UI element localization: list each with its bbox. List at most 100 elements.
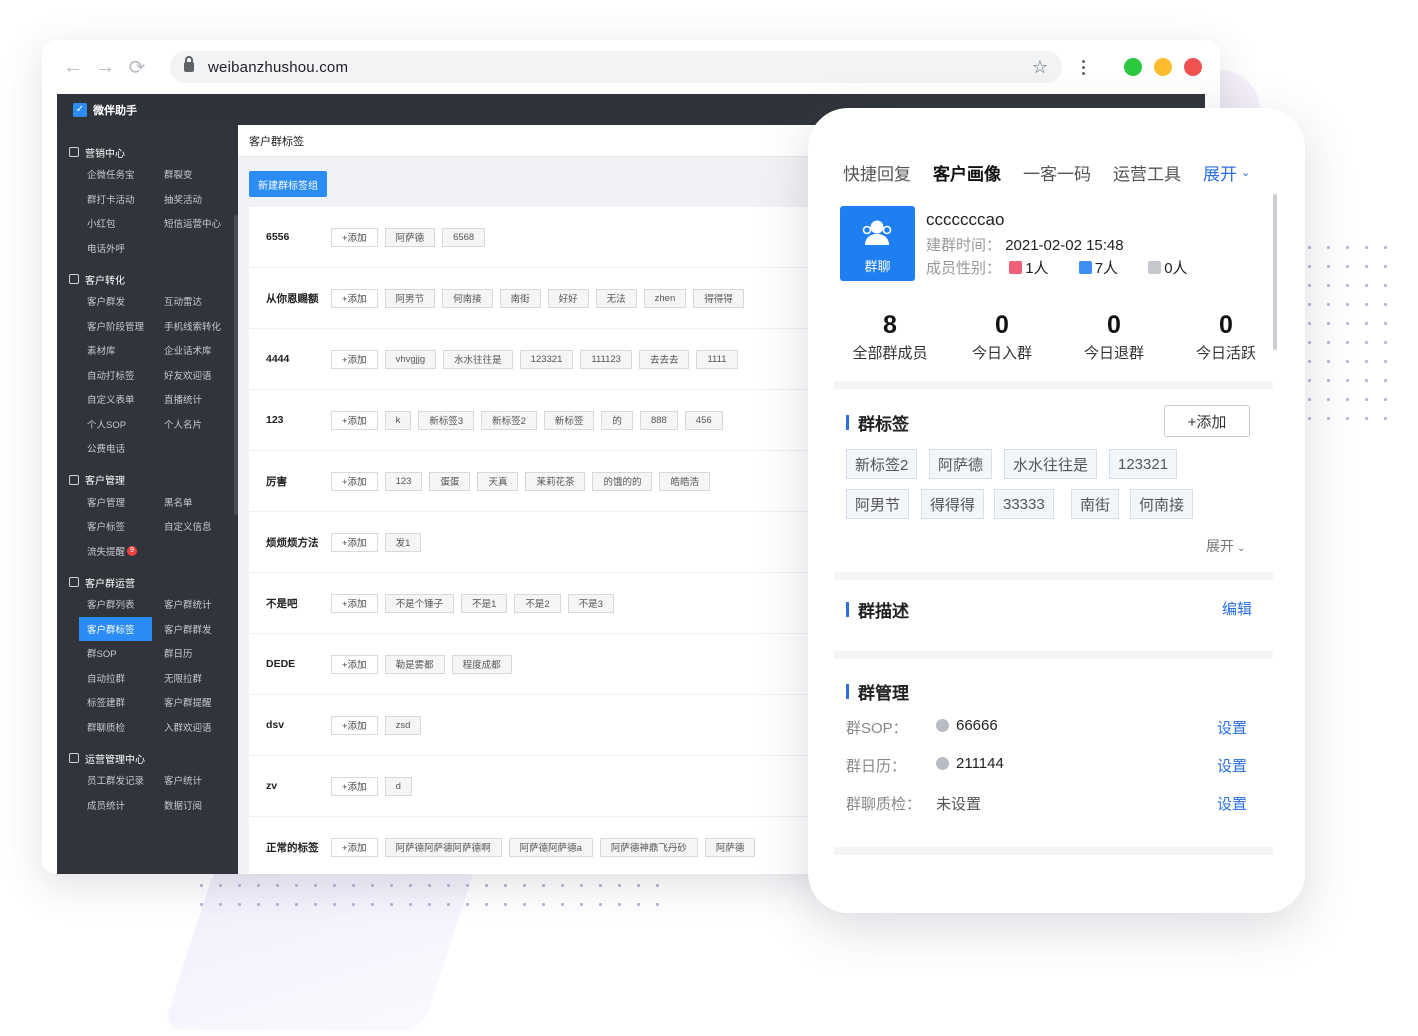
add-tag-button[interactable]: +添加 <box>331 715 378 735</box>
tag-chip[interactable]: 南街 <box>499 288 541 308</box>
sidebar-item[interactable]: 标签建群 <box>79 690 152 715</box>
tag-chip[interactable]: 新标签2 <box>481 410 537 430</box>
group-tag-chip[interactable]: 阿男节 <box>846 489 910 519</box>
sidebar-item[interactable]: 好友欢迎语 <box>156 363 229 388</box>
sidebar-item[interactable]: 客户标签 <box>79 514 152 539</box>
tag-chip[interactable]: zhen <box>643 288 687 308</box>
tag-chip[interactable]: 茉莉花茶 <box>525 471 586 491</box>
tag-chip[interactable]: 的饿的的 <box>592 471 653 491</box>
new-tag-group-button[interactable]: 新建群标签组 <box>249 171 327 197</box>
tag-chip[interactable]: zsd <box>384 715 422 735</box>
yellow-light-icon[interactable] <box>1154 58 1172 76</box>
sidebar-section-header[interactable]: 客户群运营 <box>57 572 238 592</box>
add-tag-button[interactable]: +添加 <box>331 349 378 369</box>
group-tag-chip[interactable]: 33333 <box>994 489 1054 519</box>
bookmark-star-icon[interactable]: ☆ <box>1032 57 1048 78</box>
sidebar-section-header[interactable]: 营销中心 <box>57 142 238 162</box>
sidebar-item[interactable]: 数据订阅 <box>156 793 229 818</box>
tag-chip[interactable]: 不是1 <box>461 593 508 613</box>
sidebar-item[interactable]: 自定义信息 <box>156 514 229 539</box>
sidebar-item[interactable]: 客户统计 <box>156 768 229 793</box>
group-tag-chip[interactable]: 何南接 <box>1130 489 1194 519</box>
tag-chip[interactable]: k <box>384 410 412 430</box>
sidebar-item[interactable]: 小红包 <box>79 211 152 236</box>
tag-chip[interactable]: 阿萨德 <box>704 837 756 857</box>
tag-chip[interactable]: 好好 <box>547 288 589 308</box>
sidebar-item[interactable]: 企业话术库 <box>156 338 229 363</box>
back-arrow-icon[interactable]: ← <box>60 56 86 79</box>
tag-chip[interactable]: 新标签3 <box>418 410 475 430</box>
add-tag-button[interactable]: +添加 <box>331 776 378 796</box>
tag-chip[interactable]: 阿萨德 <box>384 227 436 247</box>
sidebar-item[interactable]: 客户群群发 <box>156 617 229 642</box>
red-light-icon[interactable] <box>1184 58 1202 76</box>
sidebar-item[interactable]: 自动拉群 <box>79 666 152 691</box>
sidebar-section-header[interactable]: 运营管理中心 <box>57 748 238 768</box>
group-tag-chip[interactable]: 南街 <box>1071 489 1120 519</box>
sidebar-section-header[interactable]: 客户管理 <box>57 470 238 490</box>
sidebar-item[interactable]: 自动打标签 <box>79 363 152 388</box>
tag-chip[interactable]: 蛋蛋 <box>429 471 471 491</box>
tag-chip[interactable]: 得得得 <box>693 288 744 308</box>
sidebar-item[interactable]: 个人SOP <box>79 412 152 437</box>
sidebar-item[interactable]: 客户群发 <box>79 289 152 314</box>
tag-chip[interactable]: 1111 <box>696 349 738 369</box>
green-light-icon[interactable] <box>1124 58 1142 76</box>
tag-chip[interactable]: vhvgjjg <box>384 349 437 369</box>
tag-chip[interactable]: 新标签 <box>543 410 595 430</box>
tag-chip[interactable]: 去去去 <box>638 349 690 369</box>
sidebar-item[interactable]: 客户阶段管理 <box>79 314 152 339</box>
add-tag-button[interactable]: +添加 <box>1164 405 1250 437</box>
tag-chip[interactable]: 6568 <box>442 227 486 247</box>
sidebar-item[interactable]: 自定义表单 <box>79 387 152 412</box>
tag-chip[interactable]: 的 <box>601 410 633 430</box>
tag-chip[interactable]: 不是3 <box>567 593 614 613</box>
sidebar-item[interactable]: 群聊质检 <box>79 715 152 740</box>
sidebar-item[interactable]: 企微任务宝 <box>79 162 152 187</box>
sidebar-item[interactable]: 群SOP <box>79 641 152 666</box>
tag-chip[interactable]: 888 <box>639 410 678 430</box>
sidebar-item[interactable]: 直播统计 <box>156 387 229 412</box>
tag-chip[interactable]: 阿萨德神鼎飞丹砂 <box>599 837 698 857</box>
forward-arrow-icon[interactable]: → <box>92 56 118 79</box>
group-tag-chip[interactable]: 123321 <box>1109 449 1178 479</box>
sidebar-item[interactable]: 群打卡活动 <box>79 187 152 212</box>
group-tag-chip[interactable]: 新标签2 <box>846 449 918 479</box>
tab-expand[interactable]: 展开 ⌄ <box>1203 160 1250 185</box>
add-tag-button[interactable]: +添加 <box>331 410 378 430</box>
tag-chip[interactable]: 勒是雾都 <box>384 654 445 674</box>
add-tag-button[interactable]: +添加 <box>331 288 378 308</box>
tab-ops-tools[interactable]: 运营工具 <box>1113 160 1181 185</box>
sidebar-item[interactable]: 客户群列表 <box>79 592 152 617</box>
tab-customer-profile[interactable]: 客户画像 <box>933 160 1001 185</box>
add-tag-button[interactable]: +添加 <box>331 532 378 552</box>
tag-chip[interactable]: 阿男节 <box>384 288 436 308</box>
tag-chip[interactable]: 何南接 <box>442 288 493 308</box>
tag-chip[interactable]: 阿萨德阿萨德阿萨德啊 <box>384 837 502 857</box>
sidebar-item[interactable]: 群裂变 <box>156 162 229 187</box>
sidebar-item[interactable]: 短信运营中心 <box>156 211 229 236</box>
tag-chip[interactable]: 皓皓浩 <box>659 471 710 491</box>
sidebar-item[interactable]: 员工群发记录 <box>79 768 152 793</box>
sidebar-item[interactable]: 无限拉群 <box>156 666 229 691</box>
browser-menu-icon[interactable] <box>1082 59 1085 75</box>
add-tag-button[interactable]: +添加 <box>331 593 378 613</box>
sidebar-item[interactable]: 客户群标签 <box>79 616 152 641</box>
tag-chip[interactable]: d <box>384 776 412 796</box>
tag-chip[interactable]: 111123 <box>580 349 632 369</box>
tab-quick-reply[interactable]: 快捷回复 <box>843 160 911 185</box>
tag-chip[interactable]: 水水往往是 <box>443 349 513 369</box>
sidebar-item[interactable]: 个人名片 <box>156 412 229 437</box>
tag-chip[interactable]: 不是2 <box>514 593 561 613</box>
sidebar-section-header[interactable]: 客户转化 <box>57 269 238 289</box>
group-tag-chip[interactable]: 得得得 <box>921 489 985 519</box>
tag-chip[interactable]: 发1 <box>384 532 422 552</box>
tag-chip[interactable]: 天真 <box>477 471 519 491</box>
sidebar-item[interactable]: 公费电话 <box>79 436 152 461</box>
tag-chip[interactable]: 程度成都 <box>451 654 512 674</box>
sidebar-item[interactable]: 手机线索转化 <box>156 314 229 339</box>
edit-description-link[interactable]: 编辑 <box>1222 598 1252 619</box>
tag-chip[interactable]: 无法 <box>595 288 637 308</box>
sidebar-item[interactable]: 成员统计 <box>79 793 152 818</box>
sidebar-item[interactable]: 客户群提醒 <box>156 690 229 715</box>
